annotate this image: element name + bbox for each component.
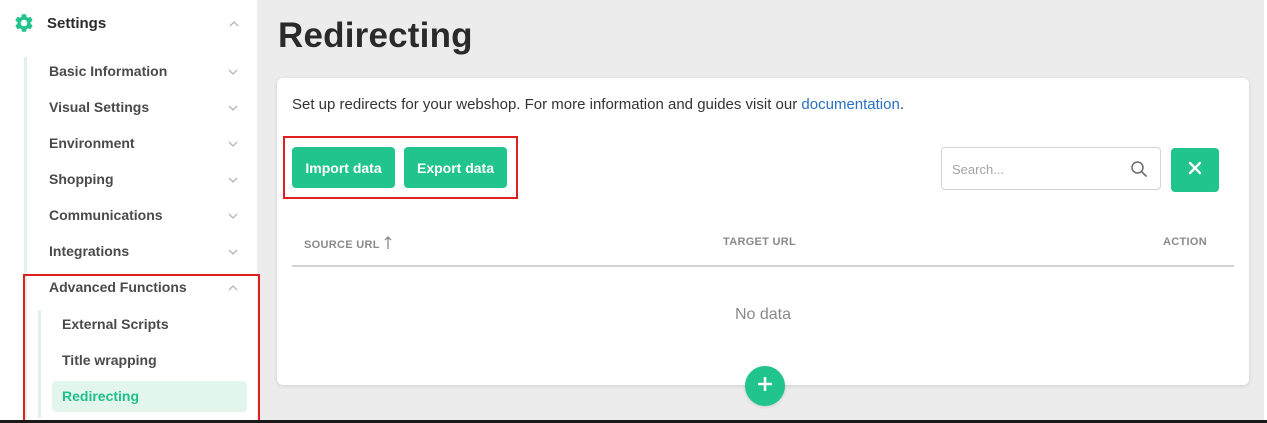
sidebar-item-label: Integrations [49,243,130,259]
close-icon [1188,161,1202,180]
subnav-guide-line [38,310,41,418]
column-header-action: ACTION [1163,236,1207,248]
sidebar-item-label: Shopping [49,171,114,187]
sidebar-item-integrations[interactable]: Integrations [27,234,252,270]
sidebar-subitem-external-scripts[interactable]: External Scripts [52,309,247,340]
chevron-down-icon [228,175,238,185]
plus-icon [757,376,773,396]
redirects-card: Set up redirects for your webshop. For m… [277,78,1249,385]
clear-search-button[interactable] [1171,148,1219,192]
intro-text-body: Set up redirects for your webshop. For m… [292,96,802,113]
chevron-down-icon [228,139,238,149]
sidebar-item-label: Basic Information [49,63,168,79]
search-box [941,147,1161,190]
intro-text: Set up redirects for your webshop. For m… [292,96,904,113]
sidebar-item-label: Advanced Functions [49,279,187,295]
chevron-down-icon [228,67,238,77]
sidebar-subitem-title-wrapping[interactable]: Title wrapping [52,345,247,376]
sidebar-item-shopping[interactable]: Shopping [27,162,252,198]
gear-icon [13,12,35,34]
sidebar-item-visual-settings[interactable]: Visual Settings [27,90,252,126]
chevron-up-icon [228,283,238,293]
search-icon[interactable] [1130,160,1148,178]
export-data-button[interactable]: Export data [404,147,507,188]
import-data-button[interactable]: Import data [292,147,395,188]
sidebar-item-advanced-functions[interactable]: Advanced Functions [27,270,252,306]
sidebar-item-basic-information[interactable]: Basic Information [27,54,252,90]
add-redirect-button[interactable] [745,366,785,406]
documentation-link[interactable]: documentation [801,96,899,113]
sidebar-subitem-label: Title wrapping [62,352,157,368]
settings-label: Settings [47,15,107,32]
sidebar: Settings Basic Information Visual Settin… [0,0,257,423]
sidebar-item-label: Visual Settings [49,99,150,115]
sidebar-item-environment[interactable]: Environment [27,126,252,162]
search-input[interactable] [952,158,1122,180]
chevron-down-icon [228,103,238,113]
column-header-target-url[interactable]: TARGET URL [723,236,796,248]
intro-text-end: . [899,96,904,113]
sidebar-item-label: Communications [49,207,163,223]
column-header-source-url[interactable]: SOURCE URL [304,236,392,253]
sidebar-item-label: Environment [49,135,135,151]
empty-state-text: No data [734,306,792,323]
sidebar-subitem-label: External Scripts [62,316,169,332]
chevron-down-icon [228,247,238,257]
chevron-down-icon [228,211,238,221]
table-header-divider [292,265,1234,267]
sidebar-item-communications[interactable]: Communications [27,198,252,234]
sort-ascending-icon[interactable] [384,236,392,253]
page-title: Redirecting [278,16,473,55]
settings-section-header[interactable]: Settings [0,0,257,46]
chevron-up-icon[interactable] [229,19,239,29]
sidebar-subitem-label: Redirecting [62,388,140,404]
sidebar-subitem-redirecting[interactable]: Redirecting [52,381,247,412]
column-header-label: SOURCE URL [304,239,380,251]
